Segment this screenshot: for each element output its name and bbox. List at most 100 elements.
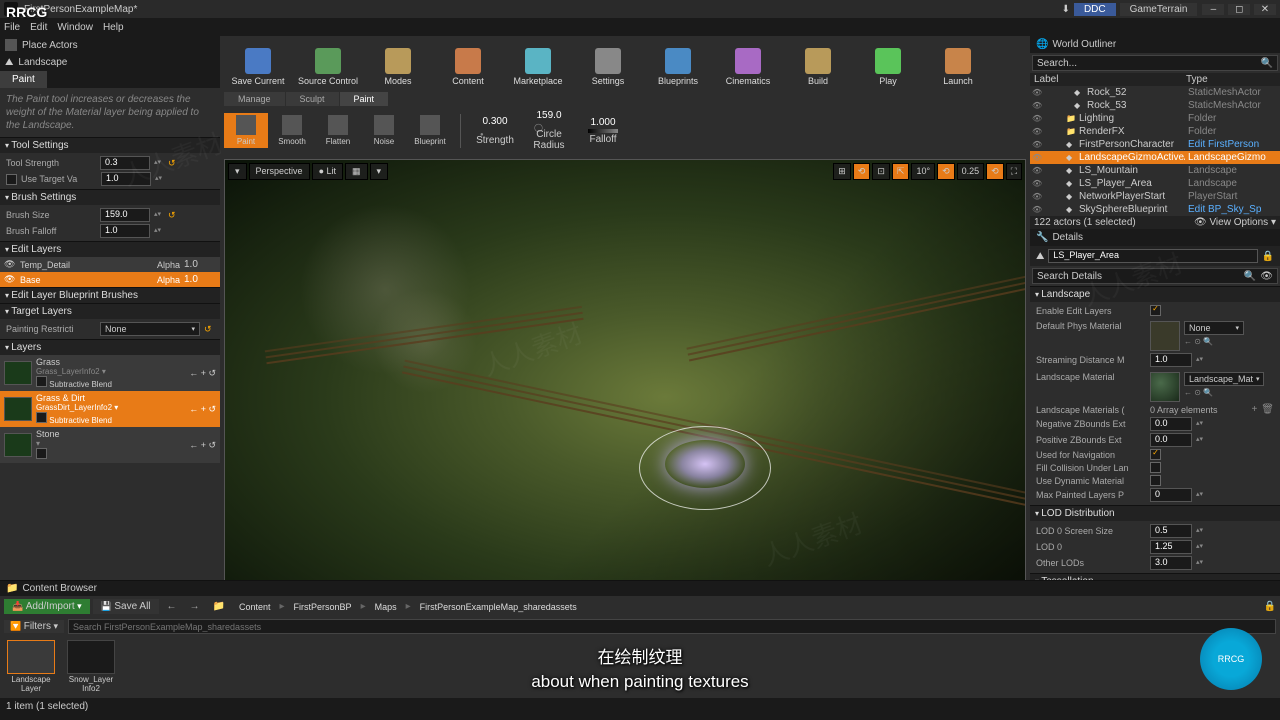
viewport-button[interactable]: ⟲ xyxy=(986,163,1004,180)
section-target-layers[interactable]: Target Layers xyxy=(0,303,220,319)
target-layer-row[interactable]: Stone ▾ ← + ↺ xyxy=(0,427,220,463)
source-control-icon[interactable]: ⬇ xyxy=(1062,4,1070,15)
details-tab[interactable]: 🔧 Details xyxy=(1030,229,1280,246)
toolbar-source-control[interactable]: Source Control xyxy=(294,40,362,88)
visibility-icon[interactable]: 👁 xyxy=(1032,114,1044,123)
target-layer-row[interactable]: GrassGrass_LayerInfo2 ▾ Subtractive Blen… xyxy=(0,355,220,391)
use-target-input[interactable]: 1.0 xyxy=(101,172,151,186)
painting-restrict-dropdown[interactable]: None xyxy=(100,322,200,336)
outliner-col-label[interactable]: Label xyxy=(1034,74,1186,85)
visibility-icon[interactable]: 👁 xyxy=(1032,153,1044,162)
outliner-row[interactable]: 👁◆NetworkPlayerStartPlayerStart xyxy=(1030,190,1280,203)
subtab-sculpt[interactable]: Sculpt xyxy=(286,92,339,106)
viewport-button[interactable]: ⇱ xyxy=(892,163,910,180)
lock-icon[interactable]: 🔒 xyxy=(1264,601,1276,612)
paint-tool-blueprint[interactable]: Blueprint xyxy=(408,113,452,148)
asset-browse-icons[interactable]: ← ⊙ 🔍 xyxy=(1184,388,1264,397)
subtractive-checkbox[interactable] xyxy=(36,376,47,387)
outliner-row[interactable]: 👁◆LandscapeGizmoActiveActorLandscapeGizm… xyxy=(1030,151,1280,164)
section-layers[interactable]: Layers xyxy=(0,339,220,355)
outliner-row[interactable]: 👁📁RenderFXFolder xyxy=(1030,125,1280,138)
viewport-button[interactable]: ▾ xyxy=(228,163,247,180)
filter-icon[interactable]: 👁 xyxy=(1260,271,1273,282)
visibility-icon[interactable]: 👁 xyxy=(1032,140,1044,149)
breadcrumb[interactable]: FirstPersonBP xyxy=(288,600,358,614)
toolbar-save-current[interactable]: Save Current xyxy=(224,40,292,88)
menu-window[interactable]: Window xyxy=(57,22,93,33)
asset-browse-icons[interactable]: ← ⊙ 🔍 xyxy=(1184,337,1244,346)
menu-edit[interactable]: Edit xyxy=(30,22,47,33)
toolbar-marketplace[interactable]: Marketplace xyxy=(504,40,572,88)
phys-material-dropdown[interactable]: None xyxy=(1184,321,1244,335)
paint-falloff-spinner[interactable]: 1.000Falloff xyxy=(577,117,629,145)
layer-alpha-input[interactable]: 1.0 xyxy=(184,259,216,270)
section-landscape[interactable]: Landscape xyxy=(1030,286,1280,302)
subtab-manage[interactable]: Manage xyxy=(224,92,285,106)
breadcrumb[interactable]: Maps xyxy=(369,600,403,614)
outliner-row[interactable]: 👁◆FirstPersonCharacterEdit FirstPerson xyxy=(1030,138,1280,151)
viewport-button[interactable]: ▦ xyxy=(345,163,368,180)
neg-zbounds-input[interactable]: 0.0 xyxy=(1150,417,1192,431)
asset-tile[interactable]: Landscape Layer xyxy=(4,640,58,694)
paint-tool-smooth[interactable]: Smooth xyxy=(270,113,314,148)
view-options-button[interactable]: 👁 View Options ▾ xyxy=(1194,217,1276,228)
maximize-button[interactable]: ◻ xyxy=(1228,4,1250,15)
close-button[interactable]: ✕ xyxy=(1254,4,1276,15)
toolbar-launch[interactable]: Launch xyxy=(924,40,992,88)
game-terrain-button[interactable]: GameTerrain xyxy=(1120,3,1198,16)
paint-tool-paint[interactable]: Paint xyxy=(224,113,268,148)
visibility-icon[interactable]: 👁 xyxy=(1032,127,1044,136)
viewport-button[interactable]: 0.25 xyxy=(957,163,985,180)
enable-edit-layers-checkbox[interactable] xyxy=(1150,305,1161,316)
toolbar-settings[interactable]: Settings xyxy=(574,40,642,88)
actor-name-field[interactable]: LS_Player_Area xyxy=(1048,249,1257,263)
toolbar-cinematics[interactable]: Cinematics xyxy=(714,40,782,88)
folder-icon[interactable]: 📁 xyxy=(208,599,230,614)
reset-icon[interactable]: ↺ xyxy=(204,324,214,335)
outliner-col-type[interactable]: Type xyxy=(1186,74,1276,85)
lock-icon[interactable]: 🔒 xyxy=(1262,251,1274,262)
subtractive-checkbox[interactable] xyxy=(36,412,47,423)
visibility-icon[interactable]: 👁 xyxy=(1032,101,1044,110)
viewport-button[interactable]: ⊡ xyxy=(872,163,890,180)
paint-radius-spinner[interactable]: 159.0CircleRadius xyxy=(523,110,575,151)
section-brush-settings[interactable]: Brush Settings xyxy=(0,189,220,205)
toolbar-blueprints[interactable]: Blueprints xyxy=(644,40,712,88)
streaming-distance-input[interactable]: 1.0 xyxy=(1150,353,1192,367)
breadcrumb[interactable]: Content xyxy=(233,600,277,614)
reset-icon[interactable]: ↺ xyxy=(168,158,178,169)
filters-button[interactable]: 🔽 Filters ▾ xyxy=(4,620,64,633)
outliner-row[interactable]: 👁◆LS_MountainLandscape xyxy=(1030,164,1280,177)
viewport[interactable]: ▾Perspective● Lit▦▾ ⊞⟲⊡⇱10°⟲0.25⟲⛶ xyxy=(224,159,1026,592)
layer-actions[interactable]: ← + ↺ xyxy=(189,404,216,415)
viewport-button[interactable]: ● Lit xyxy=(312,163,343,180)
toolbar-modes[interactable]: Modes xyxy=(364,40,432,88)
landscape-material-thumb[interactable] xyxy=(1150,372,1180,402)
menu-file[interactable]: File xyxy=(4,22,20,33)
use-target-checkbox[interactable] xyxy=(6,174,17,185)
max-painted-input[interactable]: 0 xyxy=(1150,488,1192,502)
outliner-search[interactable]: Search...🔍 xyxy=(1032,55,1278,71)
viewport-button[interactable]: ⛶ xyxy=(1006,163,1022,180)
toolbar-play[interactable]: Play xyxy=(854,40,922,88)
outliner-row[interactable]: 👁◆LS_Player_AreaLandscape xyxy=(1030,177,1280,190)
outliner-row[interactable]: 👁📁LightingFolder xyxy=(1030,112,1280,125)
lod0-screen-input[interactable]: 0.5 xyxy=(1150,524,1192,538)
brush-size-input[interactable]: 159.0 xyxy=(100,208,150,222)
viewport-button[interactable]: ⟲ xyxy=(853,163,871,180)
reset-icon[interactable]: ↺ xyxy=(168,210,178,221)
visibility-icon[interactable]: 👁 xyxy=(1032,88,1044,97)
brush-falloff-input[interactable]: 1.0 xyxy=(100,224,150,238)
array-add-icon[interactable]: + xyxy=(1251,404,1257,415)
content-browser-tab[interactable]: 📁 Content Browser xyxy=(0,581,1280,596)
target-layer-row[interactable]: Grass & DirtGrassDirt_LayerInfo2 ▾ Subtr… xyxy=(0,391,220,427)
viewport-button[interactable]: ⟲ xyxy=(937,163,955,180)
fill-collision-checkbox[interactable] xyxy=(1150,462,1161,473)
paint-strength-spinner[interactable]: 0.300Strength xyxy=(469,116,521,146)
section-edit-layers[interactable]: Edit Layers xyxy=(0,241,220,257)
visibility-icon[interactable]: 👁 xyxy=(4,274,16,285)
ddc-button[interactable]: DDC xyxy=(1074,3,1116,16)
outliner-row[interactable]: 👁◆SkySphereBlueprintEdit BP_Sky_Sp xyxy=(1030,203,1280,216)
section-lod[interactable]: LOD Distribution xyxy=(1030,505,1280,521)
used-for-nav-checkbox[interactable] xyxy=(1150,449,1161,460)
